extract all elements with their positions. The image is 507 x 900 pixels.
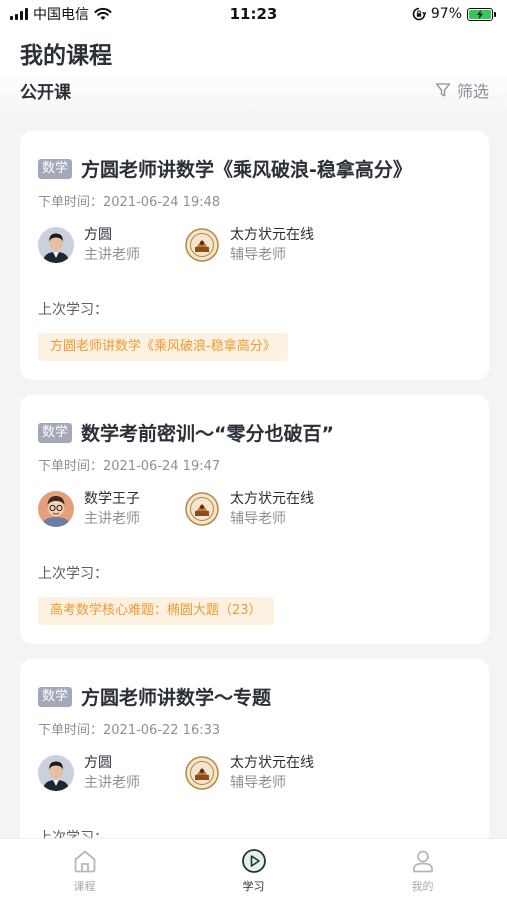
main-teacher: 数学王子 主讲老师 [38, 489, 162, 529]
last-study-label: 上次学习： [38, 302, 108, 318]
last-study-lesson[interactable]: 方圆老师讲数学《乘风破浪-稳拿高分》 [38, 333, 288, 361]
cartoon-avatar-icon [38, 491, 74, 527]
page-header: 我的课程 公开课 筛选 [0, 28, 507, 120]
course-title: 方圆老师讲数学～专题 [81, 687, 272, 709]
last-study-label: 上次学习： [38, 566, 108, 582]
man-avatar-icon [38, 227, 74, 263]
subject-tag: 数学 [38, 686, 73, 707]
play-circle-icon [241, 849, 266, 873]
status-right: 97% [412, 6, 496, 22]
rotation-lock-icon [412, 7, 426, 21]
subject-tag: 数学 [38, 422, 73, 443]
teacher-role: 主讲老师 [84, 775, 140, 791]
teacher-name: 方圆 [84, 755, 112, 771]
last-study-lesson[interactable]: 高考数学核心难题：椭圆大题（23） [38, 597, 274, 625]
main-teacher: 方圆 主讲老师 [38, 225, 162, 265]
filter-bar: 公开课 筛选 [0, 70, 507, 120]
battery-percent: 97% [430, 6, 462, 22]
teacher-list: 数学王子 主讲老师 太方状元在线 辅导老师 [38, 489, 314, 529]
order-time: 下单时间：2021-06-24 19:47 [38, 459, 221, 474]
man-avatar-icon [38, 755, 74, 791]
status-left: 中国电信 [10, 4, 112, 24]
teacher-role: 主讲老师 [84, 247, 140, 263]
tab-label: 课程 [73, 880, 96, 893]
teacher-name: 方圆 [84, 227, 112, 243]
teacher-role: 辅导老师 [230, 247, 286, 263]
house-icon [74, 850, 95, 873]
course-title-row: 数学 方圆老师讲数学《乘风破浪-稳拿高分》 [38, 155, 412, 182]
course-title-row: 数学 数学考前密训～“零分也破百” [38, 419, 334, 446]
course-card[interactable]: 数学 方圆老师讲数学《乘风破浪-稳拿高分》 下单时间：2021-06-24 19… [20, 131, 489, 380]
tab-label: 我的 [411, 880, 434, 893]
teacher-name: 太方状元在线 [230, 227, 314, 243]
teacher-role: 辅导老师 [230, 511, 286, 527]
tab-study[interactable]: 学习 [204, 847, 304, 894]
teacher-name: 数学王子 [84, 491, 140, 507]
order-time: 下单时间：2021-06-24 19:48 [38, 195, 221, 210]
teacher-name: 太方状元在线 [230, 755, 314, 771]
order-time: 下单时间：2021-06-22 16:33 [38, 723, 221, 738]
status-bar: 中国电信 11:23 97% [0, 0, 507, 28]
section-label: 公开课 [20, 83, 71, 103]
course-card[interactable]: 数学 数学考前密训～“零分也破百” 下单时间：2021-06-24 19:47 … [20, 395, 489, 644]
person-icon [412, 850, 433, 873]
main-teacher: 方圆 主讲老师 [38, 753, 162, 793]
page-title: 我的课程 [20, 43, 112, 69]
tab-label: 学习 [242, 880, 265, 893]
funnel-icon [435, 83, 451, 97]
battery-icon [467, 7, 496, 21]
subject-tag: 数学 [38, 158, 73, 179]
course-title-row: 数学 方圆老师讲数学～专题 [38, 683, 271, 710]
assistant-teacher: 太方状元在线 辅导老师 [184, 753, 314, 793]
tab-mine[interactable]: 我的 [373, 847, 473, 894]
teacher-role: 主讲老师 [84, 511, 140, 527]
filter-button[interactable]: 筛选 [435, 78, 489, 102]
teacher-list: 方圆 主讲老师 太方状元在线 辅导老师 [38, 225, 314, 265]
course-title: 数学考前密训～“零分也破百” [81, 423, 334, 445]
teacher-role: 辅导老师 [230, 775, 286, 791]
badge-avatar-icon [184, 491, 220, 527]
wifi-icon [94, 7, 112, 20]
carrier-label: 中国电信 [33, 7, 89, 23]
assistant-teacher: 太方状元在线 辅导老师 [184, 489, 314, 529]
course-card[interactable]: 数学 方圆老师讲数学～专题 下单时间：2021-06-22 16:33 方圆 主… [20, 659, 489, 859]
bottom-tab-bar: 课程 学习 我的 [0, 838, 507, 900]
tab-courses[interactable]: 课程 [35, 847, 135, 894]
badge-avatar-icon [184, 227, 220, 263]
signal-icon [10, 8, 28, 20]
filter-label: 筛选 [456, 82, 489, 101]
badge-avatar-icon [184, 755, 220, 791]
course-title: 方圆老师讲数学《乘风破浪-稳拿高分》 [81, 159, 412, 181]
teacher-name: 太方状元在线 [230, 491, 314, 507]
teacher-list: 方圆 主讲老师 太方状元在线 辅导老师 [38, 753, 314, 793]
assistant-teacher: 太方状元在线 辅导老师 [184, 225, 314, 265]
